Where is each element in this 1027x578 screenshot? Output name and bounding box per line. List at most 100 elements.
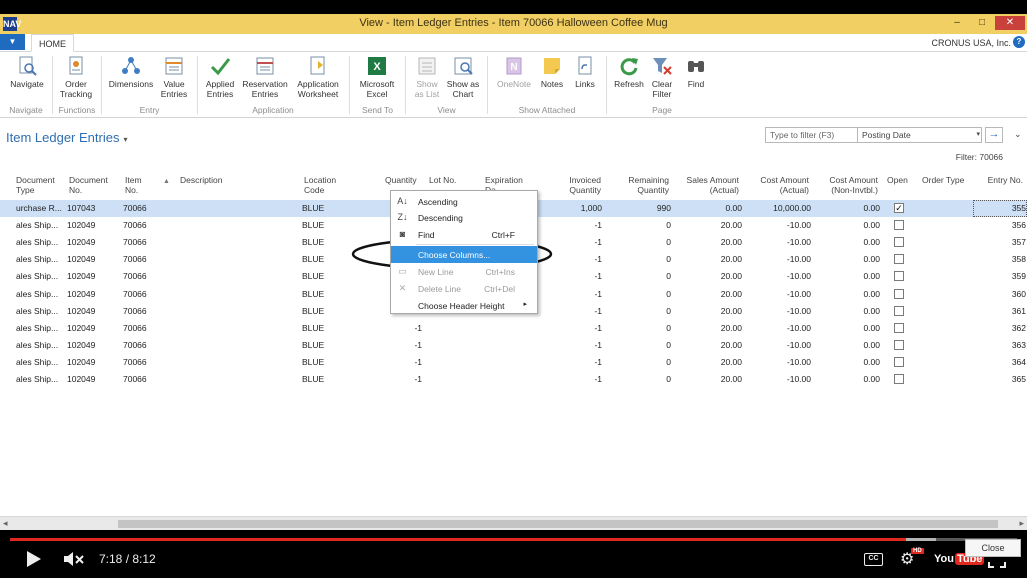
page-title-caret-icon: ▾ — [123, 135, 128, 144]
ribbon: Navigate Order Tracking Dimensions Value… — [0, 52, 1027, 118]
open-checkbox[interactable] — [894, 339, 904, 350]
cell-document-no: 107043 — [67, 203, 96, 213]
binoculars-icon: ◙ — [399, 229, 406, 239]
horizontal-scrollbar[interactable]: ◂ ▸ — [0, 516, 1027, 530]
open-checkbox[interactable] — [894, 305, 904, 316]
collapse-factbox-icon[interactable]: ⌄ — [1014, 129, 1022, 140]
captions-button[interactable]: CC — [864, 553, 883, 566]
open-checkbox[interactable] — [894, 374, 904, 384]
col-sales-amount[interactable]: Sales Amount (Actual) — [677, 175, 739, 195]
dimensions-button[interactable]: Dimensions — [106, 55, 156, 89]
open-checkbox[interactable] — [894, 220, 904, 231]
col-order-type[interactable]: Order Type — [922, 175, 964, 185]
notes-button[interactable]: Notes — [537, 55, 567, 89]
microsoft-excel-button[interactable]: X Microsoft Excel — [355, 55, 399, 99]
cell-document-no: 102049 — [67, 322, 96, 333]
open-checkbox[interactable]: ✓ — [894, 203, 904, 213]
group-entry: Entry — [139, 105, 160, 115]
page-title[interactable]: Item Ledger Entries ▾ — [6, 130, 127, 145]
mute-icon[interactable] — [63, 550, 85, 568]
notes-label: Notes — [540, 79, 564, 89]
cell-document-type: ales Ship... — [16, 254, 59, 265]
refresh-button[interactable]: Refresh — [611, 55, 647, 89]
menu-item-ascending[interactable]: A↓ Ascending — [391, 193, 537, 210]
show-as-list-button[interactable]: Show as List — [410, 55, 444, 99]
cell-entry-no: 360 — [1011, 288, 1026, 299]
table-row[interactable]: ales Ship... 102049 70066 BLUE -1 -1 0 20.00 -10… — [0, 354, 1027, 371]
cell-location-code: BLUE — [302, 322, 325, 333]
menu-item-find[interactable]: ◙ Find Ctrl+F — [391, 226, 537, 243]
scrollbar-thumb[interactable] — [118, 520, 998, 528]
video-progress-bar[interactable] — [10, 538, 1017, 541]
menu-item-delete-line[interactable]: ✕ Delete Line Ctrl+Del — [391, 280, 537, 297]
menu-item-new-line[interactable]: ▭ New Line Ctrl+Ins — [391, 263, 537, 280]
scroll-left-icon[interactable]: ◂ — [3, 518, 8, 529]
company-name[interactable]: CRONUS USA, Inc. — [931, 38, 1011, 48]
open-checkbox[interactable] — [894, 271, 904, 282]
cell-document-type: ales Ship... — [16, 237, 59, 248]
col-quantity[interactable]: Quantity — [385, 175, 417, 185]
cell-invoiced-quantity: -1 — [594, 237, 602, 248]
filter-box[interactable]: Type to filter (F3) Posting Date ▾ — [765, 127, 982, 143]
col-item-no[interactable]: Item No. — [125, 175, 142, 195]
clear-filter-button[interactable]: Clear Filter — [648, 55, 676, 99]
col-cost-amount-non-invtbl[interactable]: Cost Amount (Non-Invtbl.) — [818, 175, 878, 195]
open-checkbox[interactable] — [894, 254, 904, 265]
col-remaining-quantity[interactable]: Remaining Quantity — [612, 175, 669, 195]
reservation-entries-button[interactable]: Reservation Entries — [240, 55, 290, 99]
cell-cost-amount: -10.00 — [786, 237, 811, 248]
cell-document-no: 102049 — [67, 305, 96, 316]
applied-entries-button[interactable]: Applied Entries — [201, 55, 239, 99]
table-row[interactable]: ales Ship... 102049 70066 BLUE -1 -1 0 20.00 -10… — [0, 320, 1027, 337]
col-entry-no[interactable]: Entry No. — [973, 175, 1023, 185]
tab-home[interactable]: HOME — [31, 34, 74, 52]
onenote-button[interactable]: N OneNote — [494, 55, 534, 89]
find-button[interactable]: Find — [682, 55, 710, 89]
links-button[interactable]: Links — [570, 55, 600, 89]
play-icon[interactable] — [26, 550, 42, 568]
maximize-button[interactable]: □ — [972, 16, 992, 30]
navigate-button[interactable]: Navigate — [6, 55, 48, 89]
cell-remaining-quantity: 0 — [666, 339, 671, 350]
value-entries-button[interactable]: Value Entries — [157, 55, 191, 99]
checkmark-icon — [210, 58, 231, 76]
col-open[interactable]: Open — [887, 175, 908, 185]
menu-item-choose-columns[interactable]: Choose Columns... — [391, 246, 537, 263]
help-icon[interactable]: ? — [1013, 36, 1025, 48]
open-checkbox[interactable] — [894, 288, 904, 299]
filter-field-select[interactable]: Posting Date ▾ — [857, 128, 983, 142]
col-cost-amount[interactable]: Cost Amount (Actual) — [748, 175, 809, 195]
table-row[interactable]: ales Ship... 102049 70066 BLUE -1 -1 0 20.00 -10… — [0, 371, 1027, 388]
cell-location-code: BLUE — [302, 339, 325, 350]
open-checkbox[interactable] — [894, 322, 904, 333]
cell-cost-amount: -10.00 — [786, 271, 811, 282]
col-location-code[interactable]: Location Code — [304, 175, 336, 195]
col-description[interactable]: Description — [180, 175, 223, 185]
scroll-right-icon[interactable]: ▸ — [1019, 518, 1024, 529]
filter-input[interactable]: Type to filter (F3) — [770, 130, 834, 140]
col-document-no[interactable]: Document No. — [69, 175, 108, 195]
table-row[interactable]: ales Ship... 102049 70066 BLUE -1 -1 0 20.00 -10… — [0, 337, 1027, 354]
applied-entries-label-1: Applied — [205, 79, 235, 89]
order-tracking-button[interactable]: Order Tracking — [55, 55, 97, 99]
cell-document-type: ales Ship... — [16, 305, 59, 316]
app-menu-button[interactable]: ▼ — [0, 34, 25, 50]
application-worksheet-button[interactable]: Application Worksheet — [292, 55, 344, 99]
open-checkbox[interactable] — [894, 356, 904, 367]
menu-item-descending[interactable]: Z↓ Descending — [391, 209, 537, 226]
cell-remaining-quantity: 990 — [656, 203, 671, 213]
col-invoiced-quantity[interactable]: Invoiced Quantity — [548, 175, 601, 195]
close-page-button[interactable]: Close — [965, 539, 1021, 557]
col-document-type[interactable]: Document Type — [16, 175, 55, 195]
close-window-button[interactable]: ✕ — [995, 16, 1025, 30]
apply-filter-button[interactable]: → — [985, 127, 1003, 143]
open-checkbox[interactable] — [894, 237, 904, 248]
cell-cost-amount-non-invtbl: 0.00 — [863, 237, 880, 248]
menu-item-choose-header-height[interactable]: Choose Header Height ▸ — [391, 297, 537, 314]
col-lot-no[interactable]: Lot No. — [429, 175, 456, 185]
find-label: Find — [687, 79, 705, 89]
minimize-button[interactable]: – — [947, 16, 967, 30]
cell-sales-amount: 20.00 — [720, 339, 742, 350]
cell-document-no: 102049 — [67, 339, 96, 350]
show-as-chart-button[interactable]: Show as Chart — [445, 55, 481, 99]
